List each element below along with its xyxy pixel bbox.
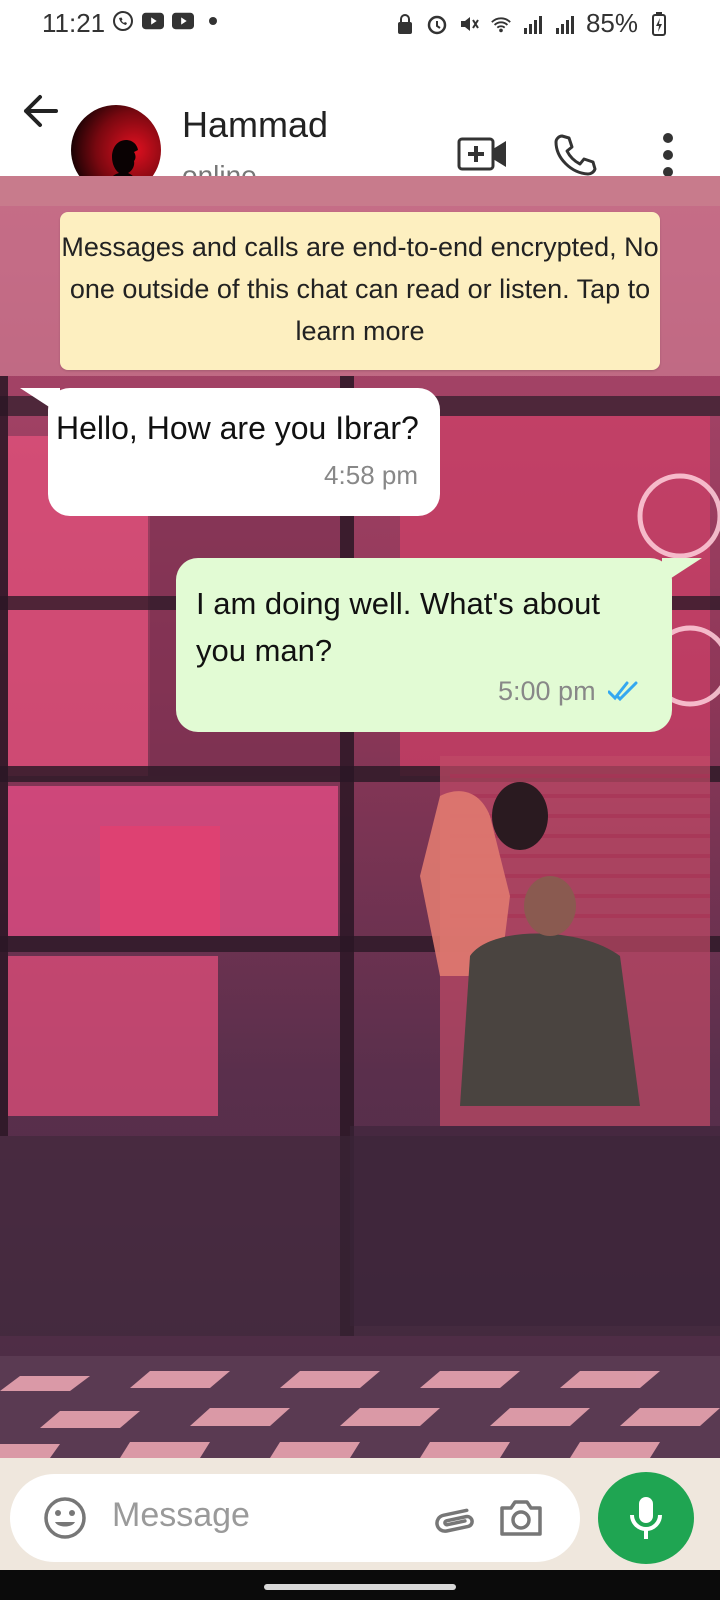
incoming-message[interactable]: Hello, How are you Ibrar? 4:58 pm — [48, 388, 440, 516]
status-bar: 11:21 85% — [0, 0, 720, 44]
status-left-icons — [112, 10, 224, 32]
battery-icon — [648, 11, 670, 36]
lock-icon — [394, 13, 416, 35]
status-time: 11:21 — [42, 8, 106, 38]
wifi-icon — [490, 13, 512, 35]
message-text: Hello, How are you Ibrar? — [56, 410, 419, 446]
voice-message-button[interactable] — [598, 1472, 694, 1564]
back-button[interactable] — [16, 86, 66, 136]
message-input[interactable]: Message — [10, 1474, 580, 1562]
mute-icon — [458, 13, 480, 35]
camera-icon — [500, 1500, 542, 1536]
signal-icon — [554, 13, 576, 35]
mic-icon — [630, 1497, 662, 1539]
status-right: 85% — [394, 8, 670, 39]
whatsapp-icon — [112, 10, 134, 32]
battery-percent: 85% — [585, 8, 638, 38]
composer-bar: Message — [0, 1458, 720, 1570]
read-receipt-icon — [608, 681, 638, 702]
youtube-icon — [142, 10, 164, 32]
encryption-notice[interactable]: Messages and calls are end-to-end encryp… — [60, 212, 660, 370]
alarm-icon — [426, 13, 448, 35]
dot-icon — [202, 10, 224, 32]
emoji-button[interactable] — [42, 1495, 88, 1541]
voice-call-button[interactable] — [553, 132, 597, 176]
chat-header: Hammad online — [0, 44, 720, 195]
more-vert-icon — [663, 133, 673, 177]
video-call-button[interactable] — [457, 134, 509, 174]
more-options-button[interactable] — [655, 132, 681, 178]
message-text: I am doing well. What's about you man? — [196, 586, 600, 668]
camera-button[interactable] — [498, 1496, 544, 1538]
message-placeholder: Message — [112, 1496, 250, 1534]
outgoing-message[interactable]: I am doing well. What's about you man? 5… — [176, 558, 672, 732]
message-time: 5:00 pm — [498, 676, 596, 706]
message-time: 4:58 pm — [324, 460, 418, 490]
emoji-icon — [44, 1497, 86, 1539]
contact-name[interactable]: Hammad — [182, 104, 328, 146]
phone-icon — [554, 134, 597, 176]
attach-button[interactable] — [426, 1500, 474, 1536]
signal-icon — [522, 13, 544, 35]
encryption-notice-text: Messages and calls are end-to-end encryp… — [61, 232, 659, 346]
attach-icon — [435, 1508, 474, 1533]
system-nav-bar — [0, 1570, 720, 1600]
home-indicator[interactable] — [264, 1584, 456, 1590]
youtube-icon — [172, 10, 194, 32]
video-call-icon — [457, 137, 506, 171]
back-arrow-icon — [24, 95, 58, 127]
